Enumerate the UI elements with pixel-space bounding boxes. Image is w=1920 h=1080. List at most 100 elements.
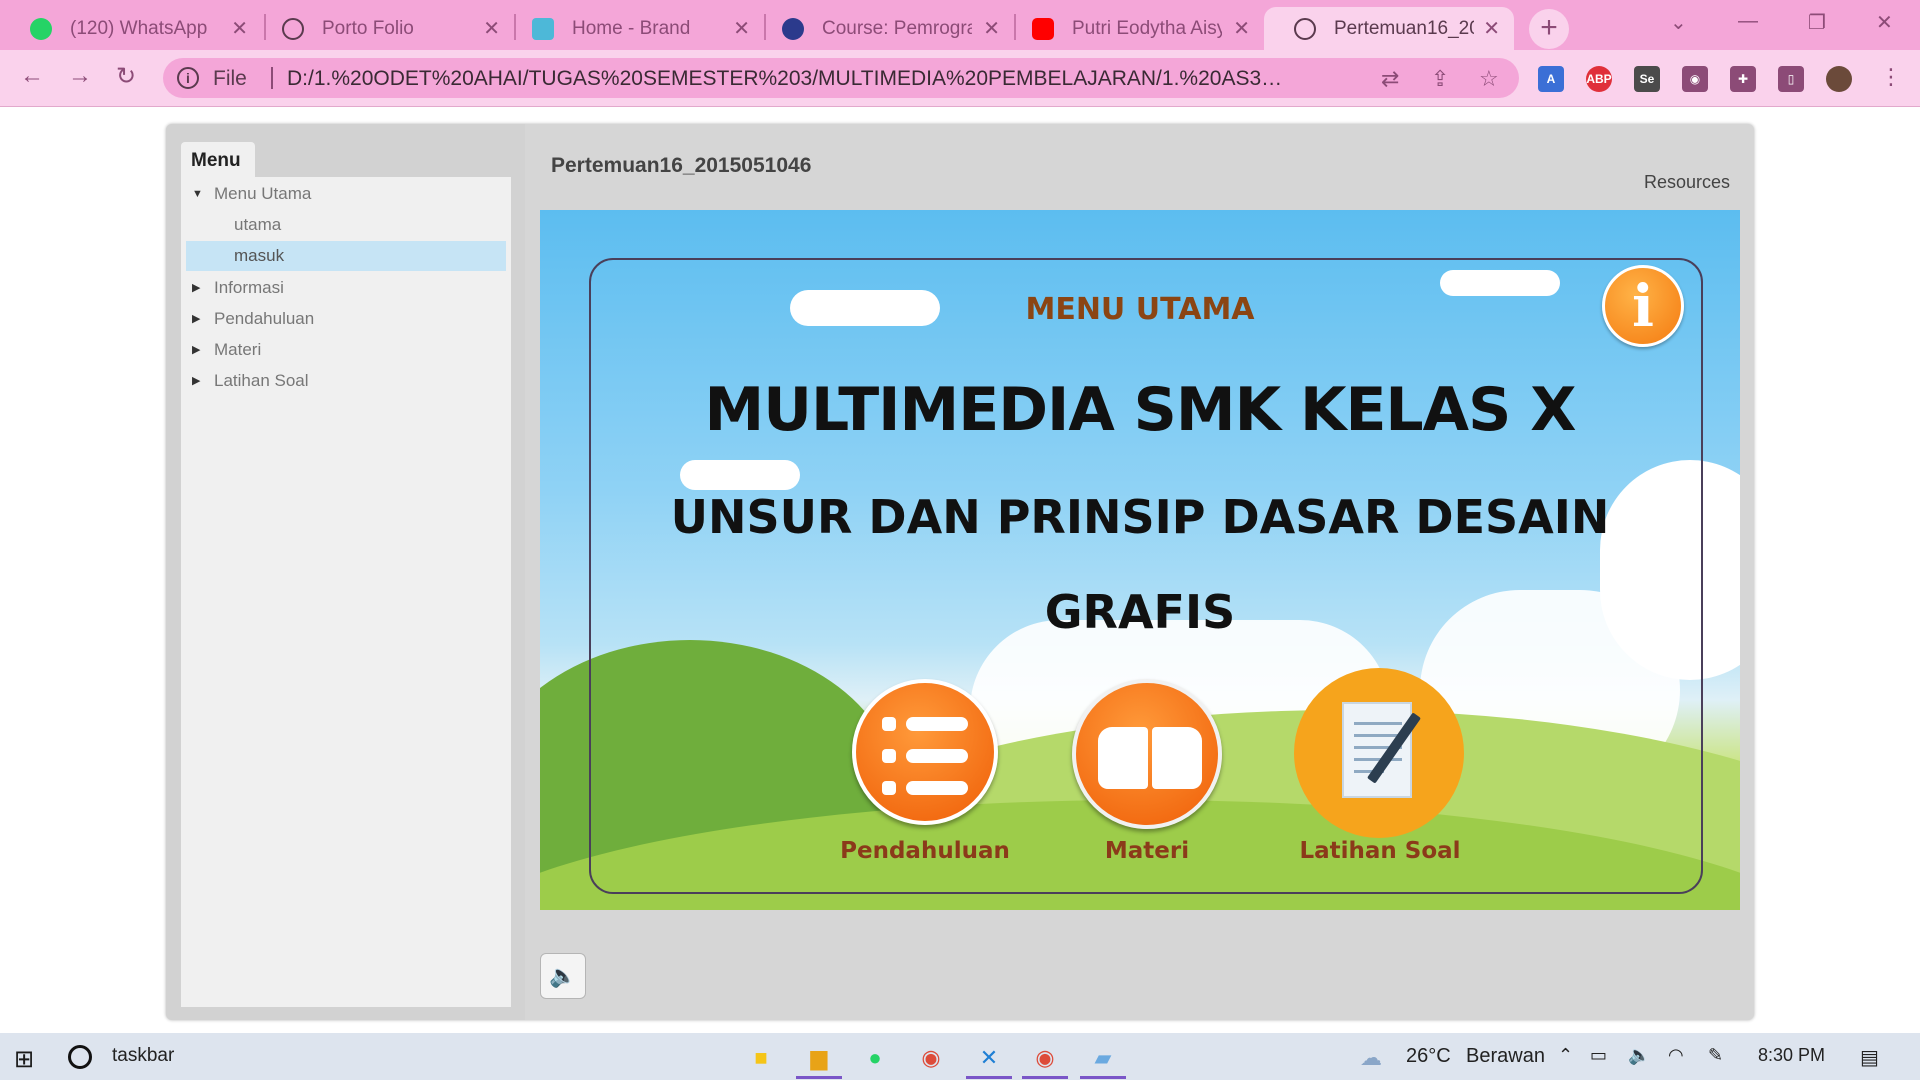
tab-title: (120) WhatsApp <box>70 18 208 39</box>
file-explorer-icon[interactable]: ▆ <box>796 1041 842 1079</box>
menu-item-menu-utama[interactable]: ▼ Menu Utama <box>186 179 506 209</box>
menu-item-informasi[interactable]: ▶ Informasi <box>186 273 506 303</box>
tab-youtube[interactable]: Putri Eodytha Aisya ✕ <box>1002 7 1264 50</box>
youtube-icon <box>1032 18 1054 40</box>
menu-item-label: Pendahuluan <box>214 309 315 328</box>
browser-tabstrip: (120) WhatsApp ✕ Porto Folio ✕ Home - Br… <box>0 0 1920 50</box>
back-icon[interactable]: ← <box>20 62 44 90</box>
slide-subtitle-line1: UNSUR DAN PRINSIP DASAR DESAIN <box>670 490 1610 544</box>
materi-button[interactable] <box>1072 679 1222 829</box>
translate-icon[interactable]: ⇄ <box>1381 66 1399 92</box>
vscode-icon[interactable]: ✕ <box>966 1041 1012 1079</box>
tab-course[interactable]: Course: Pemrogran ✕ <box>752 7 1014 50</box>
extensions-puzzle-icon[interactable]: ✚ <box>1730 66 1756 92</box>
battery-icon[interactable]: ▭ <box>1590 1045 1607 1066</box>
menu-item-label: masuk <box>234 246 285 265</box>
chrome-icon[interactable]: ◉ <box>908 1041 954 1079</box>
slide-stage: i MENU UTAMA MULTIMEDIA SMK KELAS X UNSU… <box>540 210 1740 910</box>
close-icon[interactable]: ✕ <box>483 16 500 41</box>
cortana-icon[interactable] <box>68 1045 92 1069</box>
restore-icon[interactable]: ❐ <box>1808 10 1826 35</box>
chrome-profile-icon[interactable]: ◉ <box>1022 1041 1068 1079</box>
expand-right-icon[interactable]: ▶ <box>192 273 200 303</box>
slide-heading: MENU UTAMA <box>1025 292 1255 327</box>
windows-start-icon[interactable]: ⊞ <box>14 1045 34 1074</box>
expand-right-icon[interactable]: ▶ <box>192 335 200 365</box>
close-icon[interactable]: ✕ <box>231 16 248 41</box>
resources-link[interactable]: Resources <box>1644 172 1730 193</box>
bookmark-star-icon[interactable]: ☆ <box>1479 66 1499 92</box>
volume-button[interactable]: 🔈 <box>540 953 586 999</box>
notification-icon[interactable]: ▤ <box>1860 1045 1879 1070</box>
whatsapp-icon[interactable]: ● <box>852 1041 898 1079</box>
expand-down-icon[interactable]: ▼ <box>192 179 203 209</box>
tab-porto-folio[interactable]: Porto Folio ✕ <box>252 7 514 50</box>
presentation-title: Pertemuan16_2015051046 <box>551 154 812 177</box>
close-icon[interactable]: ✕ <box>1233 16 1250 41</box>
tab-title: Putri Eodytha Aisya <box>1072 18 1222 39</box>
menu-item-utama[interactable]: utama <box>186 210 506 240</box>
weather-cloud-icon: ☁ <box>1360 1045 1382 1070</box>
whatsapp-icon <box>30 18 52 40</box>
profile-avatar[interactable] <box>1826 66 1852 92</box>
tab-title: Pertemuan16_2015 <box>1334 18 1474 39</box>
close-icon[interactable]: ✕ <box>1483 16 1500 41</box>
minimize-icon[interactable]: — <box>1738 10 1758 33</box>
pen-icon[interactable]: ✎ <box>1708 1045 1723 1066</box>
menu-tree: ▼ Menu Utama utama masuk ▶ Informasi ▶ P… <box>181 177 511 1007</box>
taskbar-search-label[interactable]: taskbar <box>112 1045 174 1067</box>
volume-icon[interactable]: 🔈 <box>1628 1045 1650 1066</box>
close-icon[interactable]: ✕ <box>733 16 750 41</box>
expand-right-icon[interactable]: ▶ <box>192 366 200 396</box>
menu-item-label: Latihan Soal <box>214 371 309 390</box>
sticky-notes-icon[interactable]: ■ <box>738 1041 784 1079</box>
browser-toolbar: ← → ↻ i File D:/1.%20ODET%20AHAI/TUGAS%2… <box>0 50 1920 107</box>
tab-search-icon[interactable]: ⌄ <box>1670 10 1687 35</box>
url-text[interactable]: D:/1.%20ODET%20AHAI/TUGAS%20SEMESTER%203… <box>287 67 1287 91</box>
chevron-up-icon[interactable]: ⌃ <box>1558 1045 1573 1066</box>
menu-item-masuk[interactable]: masuk <box>186 241 506 271</box>
latihan-soal-button[interactable] <box>1294 668 1464 838</box>
translate-extension-icon[interactable]: A <box>1538 66 1564 92</box>
tab-pertemuan16[interactable]: Pertemuan16_2015 ✕ <box>1264 7 1514 50</box>
temperature[interactable]: 26°C <box>1406 1045 1451 1068</box>
browser-menu-icon[interactable]: ⋮ <box>1880 64 1902 90</box>
menu-item-materi[interactable]: ▶ Materi <box>186 335 506 365</box>
forward-icon[interactable]: → <box>68 62 92 90</box>
new-tab-button[interactable]: + <box>1529 9 1569 49</box>
menu-tab[interactable]: Menu <box>181 142 255 178</box>
tab-home-brand[interactable]: Home - Brand ✕ <box>502 7 764 50</box>
clock[interactable]: 8:30 PM <box>1758 1045 1825 1066</box>
close-icon[interactable]: ✕ <box>983 16 1000 41</box>
tab-title: Home - Brand <box>572 18 691 39</box>
close-window-icon[interactable]: ✕ <box>1876 10 1893 35</box>
pendahuluan-label[interactable]: Pendahuluan <box>820 838 1030 864</box>
pendahuluan-button[interactable] <box>852 679 998 825</box>
app-icon[interactable]: ▰ <box>1080 1041 1126 1079</box>
windows-taskbar: ⊞ taskbar ■ ▆ ● ◉ ✕ ◉ ▰ ☁ 26°C Berawan ⌃… <box>0 1033 1920 1080</box>
info-icon[interactable]: i <box>177 67 199 89</box>
speaker-icon: 🔈 <box>549 963 577 988</box>
latihan-soal-label[interactable]: Latihan Soal <box>1270 838 1490 864</box>
menu-item-latihan-soal[interactable]: ▶ Latihan Soal <box>186 366 506 396</box>
share-icon[interactable]: ⇪ <box>1431 66 1449 92</box>
side-panel-icon[interactable]: ▯ <box>1778 66 1804 92</box>
menu-item-label: Informasi <box>214 278 284 297</box>
reload-icon[interactable]: ↻ <box>116 62 136 91</box>
selenium-ide-icon[interactable]: Se <box>1634 66 1660 92</box>
menu-item-pendahuluan[interactable]: ▶ Pendahuluan <box>186 304 506 334</box>
brand-icon <box>532 18 554 40</box>
sidebar: Menu ▼ Menu Utama utama masuk ▶ Informas… <box>166 124 525 1020</box>
materi-label[interactable]: Materi <box>1042 838 1252 864</box>
course-icon <box>782 18 804 40</box>
slide-subtitle-line2: GRAFIS <box>1044 585 1236 639</box>
screenshot-camera-icon[interactable]: ◉ <box>1682 66 1708 92</box>
globe-icon <box>282 18 304 40</box>
tab-whatsapp[interactable]: (120) WhatsApp ✕ <box>0 7 262 50</box>
address-bar[interactable]: i File D:/1.%20ODET%20AHAI/TUGAS%20SEMES… <box>163 58 1519 98</box>
wifi-icon[interactable]: ◠ <box>1668 1045 1684 1066</box>
presentation-player: Menu ▼ Menu Utama utama masuk ▶ Informas… <box>166 124 1754 1020</box>
expand-right-icon[interactable]: ▶ <box>192 304 200 334</box>
adblock-plus-icon[interactable]: ABP <box>1586 66 1612 92</box>
weather-text[interactable]: Berawan <box>1466 1045 1545 1068</box>
